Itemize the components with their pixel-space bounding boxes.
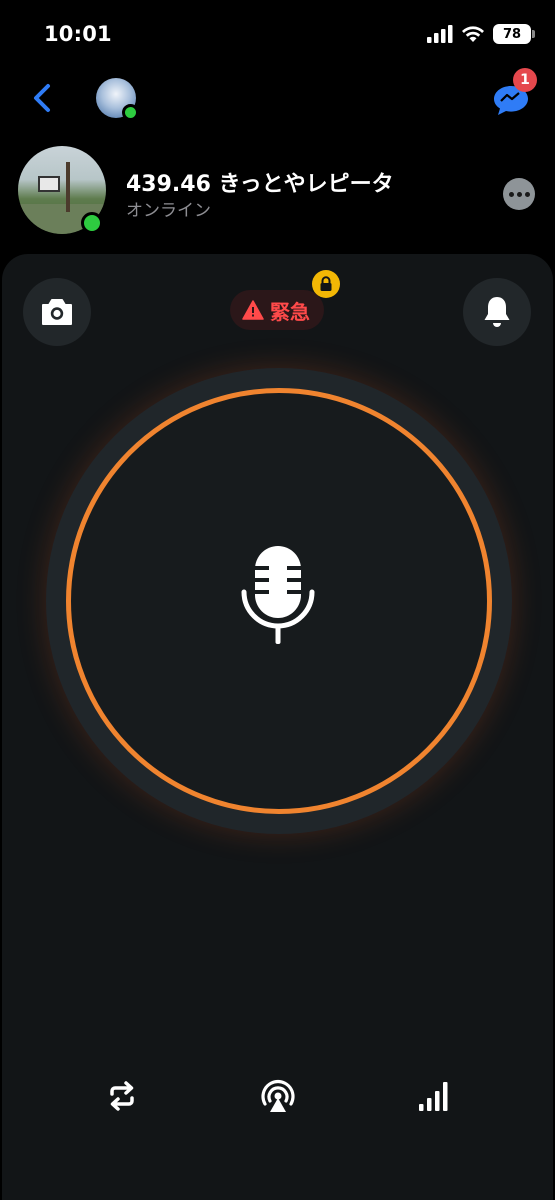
warning-icon xyxy=(242,300,264,320)
bell-icon xyxy=(484,297,510,327)
emergency-button[interactable]: 緊急 xyxy=(230,290,324,330)
status-time: 10:01 xyxy=(44,22,112,46)
status-indicators: 78 xyxy=(427,24,535,44)
chevron-left-icon xyxy=(34,84,50,112)
nav-bar: 1 xyxy=(0,68,555,128)
notification-button[interactable] xyxy=(463,278,531,346)
emergency-label: 緊急 xyxy=(270,299,310,324)
channel-online-indicator xyxy=(81,212,103,234)
messages-button[interactable]: 1 xyxy=(491,68,537,118)
more-icon-dot xyxy=(516,191,522,197)
status-bar: 10:01 78 xyxy=(0,0,555,66)
repeat-button[interactable] xyxy=(100,1074,144,1118)
camera-button[interactable] xyxy=(23,278,91,346)
broadcast-icon xyxy=(261,1079,295,1112)
repeat-icon xyxy=(110,1081,134,1111)
more-icon-dot xyxy=(524,191,530,197)
signal-strength-button[interactable] xyxy=(412,1074,456,1118)
channel-header: 439.46 きっとやレピータ オンライン xyxy=(0,144,555,240)
lock-icon xyxy=(320,276,332,291)
lock-badge xyxy=(312,270,340,298)
more-options-button[interactable] xyxy=(503,178,535,210)
camera-icon xyxy=(42,299,72,325)
signal-icon xyxy=(419,1082,448,1111)
battery-indicator: 78 xyxy=(493,24,535,44)
ptt-panel: 緊急 xyxy=(2,254,553,1200)
back-button[interactable] xyxy=(28,78,60,118)
cellular-signal-icon xyxy=(427,25,453,43)
wifi-icon xyxy=(462,26,484,42)
avatar-photo-pole xyxy=(66,162,70,212)
microphone-icon xyxy=(241,546,315,644)
channel-status: オンライン xyxy=(126,201,211,221)
avatar-photo-sign xyxy=(38,176,60,192)
broadcast-button[interactable] xyxy=(256,1074,300,1118)
user-avatar[interactable] xyxy=(96,78,139,121)
bottom-toolbar xyxy=(2,1074,553,1122)
unread-badge: 1 xyxy=(513,68,537,92)
online-indicator xyxy=(122,104,139,121)
channel-title: 439.46 きっとやレピータ xyxy=(126,172,394,197)
more-icon xyxy=(508,191,514,197)
